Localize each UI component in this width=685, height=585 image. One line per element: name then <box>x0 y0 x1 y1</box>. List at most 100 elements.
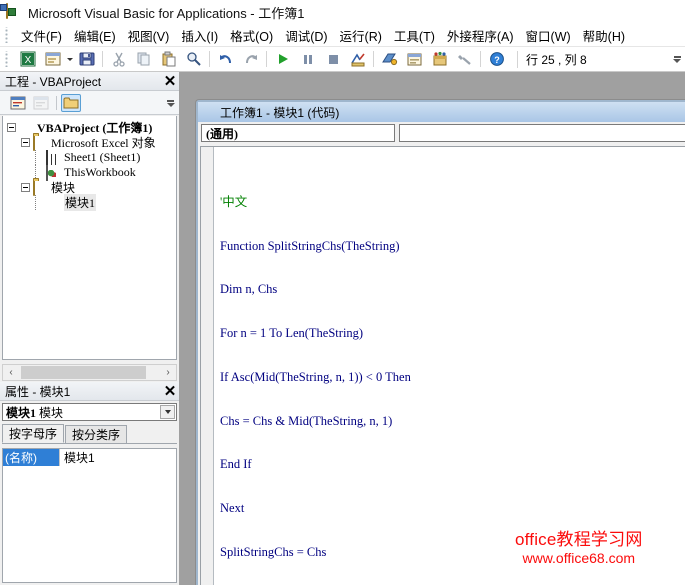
properties-grid[interactable]: (名称) 模块1 <box>2 448 177 583</box>
scroll-left-icon[interactable]: ‹ <box>3 365 19 380</box>
object-browser-icon[interactable] <box>428 48 451 71</box>
save-icon[interactable] <box>75 48 98 71</box>
tree-item-module1[interactable]: 模块1 <box>7 195 176 210</box>
hscroll-track[interactable] <box>19 365 160 380</box>
hscroll-thumb[interactable] <box>21 366 146 379</box>
undo-icon[interactable] <box>214 48 237 71</box>
property-value[interactable]: 模块1 <box>59 449 176 466</box>
code-editor[interactable]: '中文 Function SplitStringChs(TheString) D… <box>200 146 685 585</box>
toolbar-overflow-icon[interactable] <box>671 49 683 70</box>
menu-insert[interactable]: 插入(I) <box>175 23 224 48</box>
code-window: 工作簿1 - 模块1 (代码) (通用) '中文 Function SplitS… <box>196 100 685 585</box>
code-line: Function SplitStringChs(TheString) <box>220 239 685 254</box>
toolbar-separator <box>480 51 481 67</box>
tree-item-modules-folder[interactable]: 模块 <box>7 180 176 195</box>
toggle-folders-button[interactable] <box>61 94 81 112</box>
code-line: SplitStringChs = Chs <box>220 545 685 560</box>
folder-icon <box>33 181 48 194</box>
project-pane-toolbar <box>0 91 179 115</box>
procedure-dropdown[interactable] <box>399 124 685 142</box>
tree-guide <box>35 195 46 210</box>
standard-toolbar: X <box>0 47 685 72</box>
toolbox-icon[interactable] <box>453 48 476 71</box>
run-icon[interactable] <box>271 48 294 71</box>
properties-object-selector[interactable]: 模块1 模块 <box>2 403 177 421</box>
code-window-dropdowns: (通用) <box>198 122 685 144</box>
svg-text:?: ? <box>494 55 500 65</box>
properties-pane: 属性 - 模块1 ✕ 模块1 模块 按字母序 按分类序 (名称) 模块1 <box>0 382 179 585</box>
code-line: Chs = Chs & Mid(TheString, n, 1) <box>220 414 685 429</box>
view-object-button[interactable] <box>31 94 51 112</box>
module-icon <box>46 196 61 209</box>
copy-icon[interactable] <box>132 48 155 71</box>
toolbar-grip[interactable] <box>4 51 12 67</box>
properties-pane-titlebar: 属性 - 模块1 ✕ <box>0 382 179 401</box>
redo-icon[interactable] <box>239 48 262 71</box>
toolbar-separator <box>266 51 267 67</box>
design-mode-icon[interactable] <box>346 48 369 71</box>
stop-icon[interactable] <box>321 48 344 71</box>
tab-alphabetic[interactable]: 按字母序 <box>2 424 64 443</box>
menu-help[interactable]: 帮助(H) <box>577 23 631 48</box>
menu-view[interactable]: 视图(V) <box>122 23 176 48</box>
menu-addins[interactable]: 外接程序(A) <box>441 23 520 48</box>
project-explorer-icon[interactable] <box>378 48 401 71</box>
toolbar-separator <box>373 51 374 67</box>
tree-item-excel-objects[interactable]: Microsoft Excel 对象 <box>7 135 176 150</box>
paste-icon[interactable] <box>157 48 180 71</box>
tree-item-sheet1[interactable]: Sheet1 (Sheet1) <box>7 150 176 165</box>
chevron-down-icon[interactable] <box>160 405 175 419</box>
menu-debug[interactable]: 调试(D) <box>279 23 333 48</box>
menu-run[interactable]: 运行(R) <box>334 23 388 48</box>
code-window-titlebar[interactable]: 工作簿1 - 模块1 (代码) <box>198 102 685 122</box>
code-text-area[interactable]: '中文 Function SplitStringChs(TheString) D… <box>214 147 685 585</box>
tab-categorized[interactable]: 按分类序 <box>65 425 127 443</box>
menu-tools[interactable]: 工具(T) <box>388 23 441 48</box>
close-icon[interactable]: ✕ <box>161 72 179 90</box>
project-tree[interactable]: VBAProject (工作簿1) Microsoft Excel 对象 She… <box>2 116 177 360</box>
scroll-right-icon[interactable]: › <box>160 365 176 380</box>
tree-item-label: Sheet1 (Sheet1) <box>64 150 140 165</box>
chevron-down-icon[interactable] <box>65 49 74 70</box>
code-margin-indicator-bar[interactable] <box>201 147 214 585</box>
close-icon[interactable]: ✕ <box>161 382 179 400</box>
tree-item-label: 模块1 <box>64 194 96 211</box>
menu-window[interactable]: 窗口(W) <box>520 23 577 48</box>
project-pane-titlebar: 工程 - VBAProject ✕ <box>0 72 179 91</box>
code-line: Next <box>220 501 685 516</box>
selector-bold-text: 模块1 <box>6 406 36 420</box>
cut-icon[interactable] <box>107 48 130 71</box>
view-code-button[interactable] <box>8 94 28 112</box>
view-excel-icon[interactable]: X <box>16 48 39 71</box>
project-toolbar-overflow-icon[interactable] <box>165 94 176 112</box>
menubar-grip[interactable] <box>4 27 12 43</box>
menu-file[interactable]: 文件(F) <box>15 23 68 48</box>
toolbar-separator <box>102 51 103 67</box>
properties-pane-title: 属性 - 模块1 <box>5 383 161 400</box>
code-line: End If <box>220 457 685 472</box>
status-position: 行 25 , 列 8 <box>517 51 587 68</box>
code-line: Dim n, Chs <box>220 282 685 297</box>
userform-icon[interactable] <box>41 48 64 71</box>
properties-window-icon[interactable] <box>403 48 426 71</box>
code-line: If Asc(Mid(TheString, n, 1)) < 0 Then <box>220 370 685 385</box>
collapse-icon[interactable] <box>21 138 30 147</box>
object-dropdown[interactable]: (通用) <box>201 124 395 142</box>
menu-bar: 文件(F) 编辑(E) 视图(V) 插入(I) 格式(O) 调试(D) 运行(R… <box>0 24 685 47</box>
collapse-icon[interactable] <box>21 183 30 192</box>
pause-icon[interactable] <box>296 48 319 71</box>
folder-icon <box>33 136 48 149</box>
collapse-icon[interactable] <box>7 123 16 132</box>
find-icon[interactable] <box>182 48 205 71</box>
left-dock-column: 工程 - VBAProject ✕ <box>0 72 179 585</box>
code-line: For n = 1 To Len(TheString) <box>220 326 685 341</box>
window-title: Microsoft Visual Basic for Applications … <box>28 3 304 22</box>
menu-format[interactable]: 格式(O) <box>224 23 279 48</box>
property-name: (名称) <box>3 449 59 466</box>
help-icon[interactable]: ? <box>485 48 508 71</box>
project-tree-hscrollbar[interactable]: ‹ › <box>2 364 177 381</box>
tree-guide <box>35 150 46 165</box>
property-row[interactable]: (名称) 模块1 <box>3 449 176 465</box>
code-line: '中文 <box>220 195 685 210</box>
menu-edit[interactable]: 编辑(E) <box>68 23 122 48</box>
